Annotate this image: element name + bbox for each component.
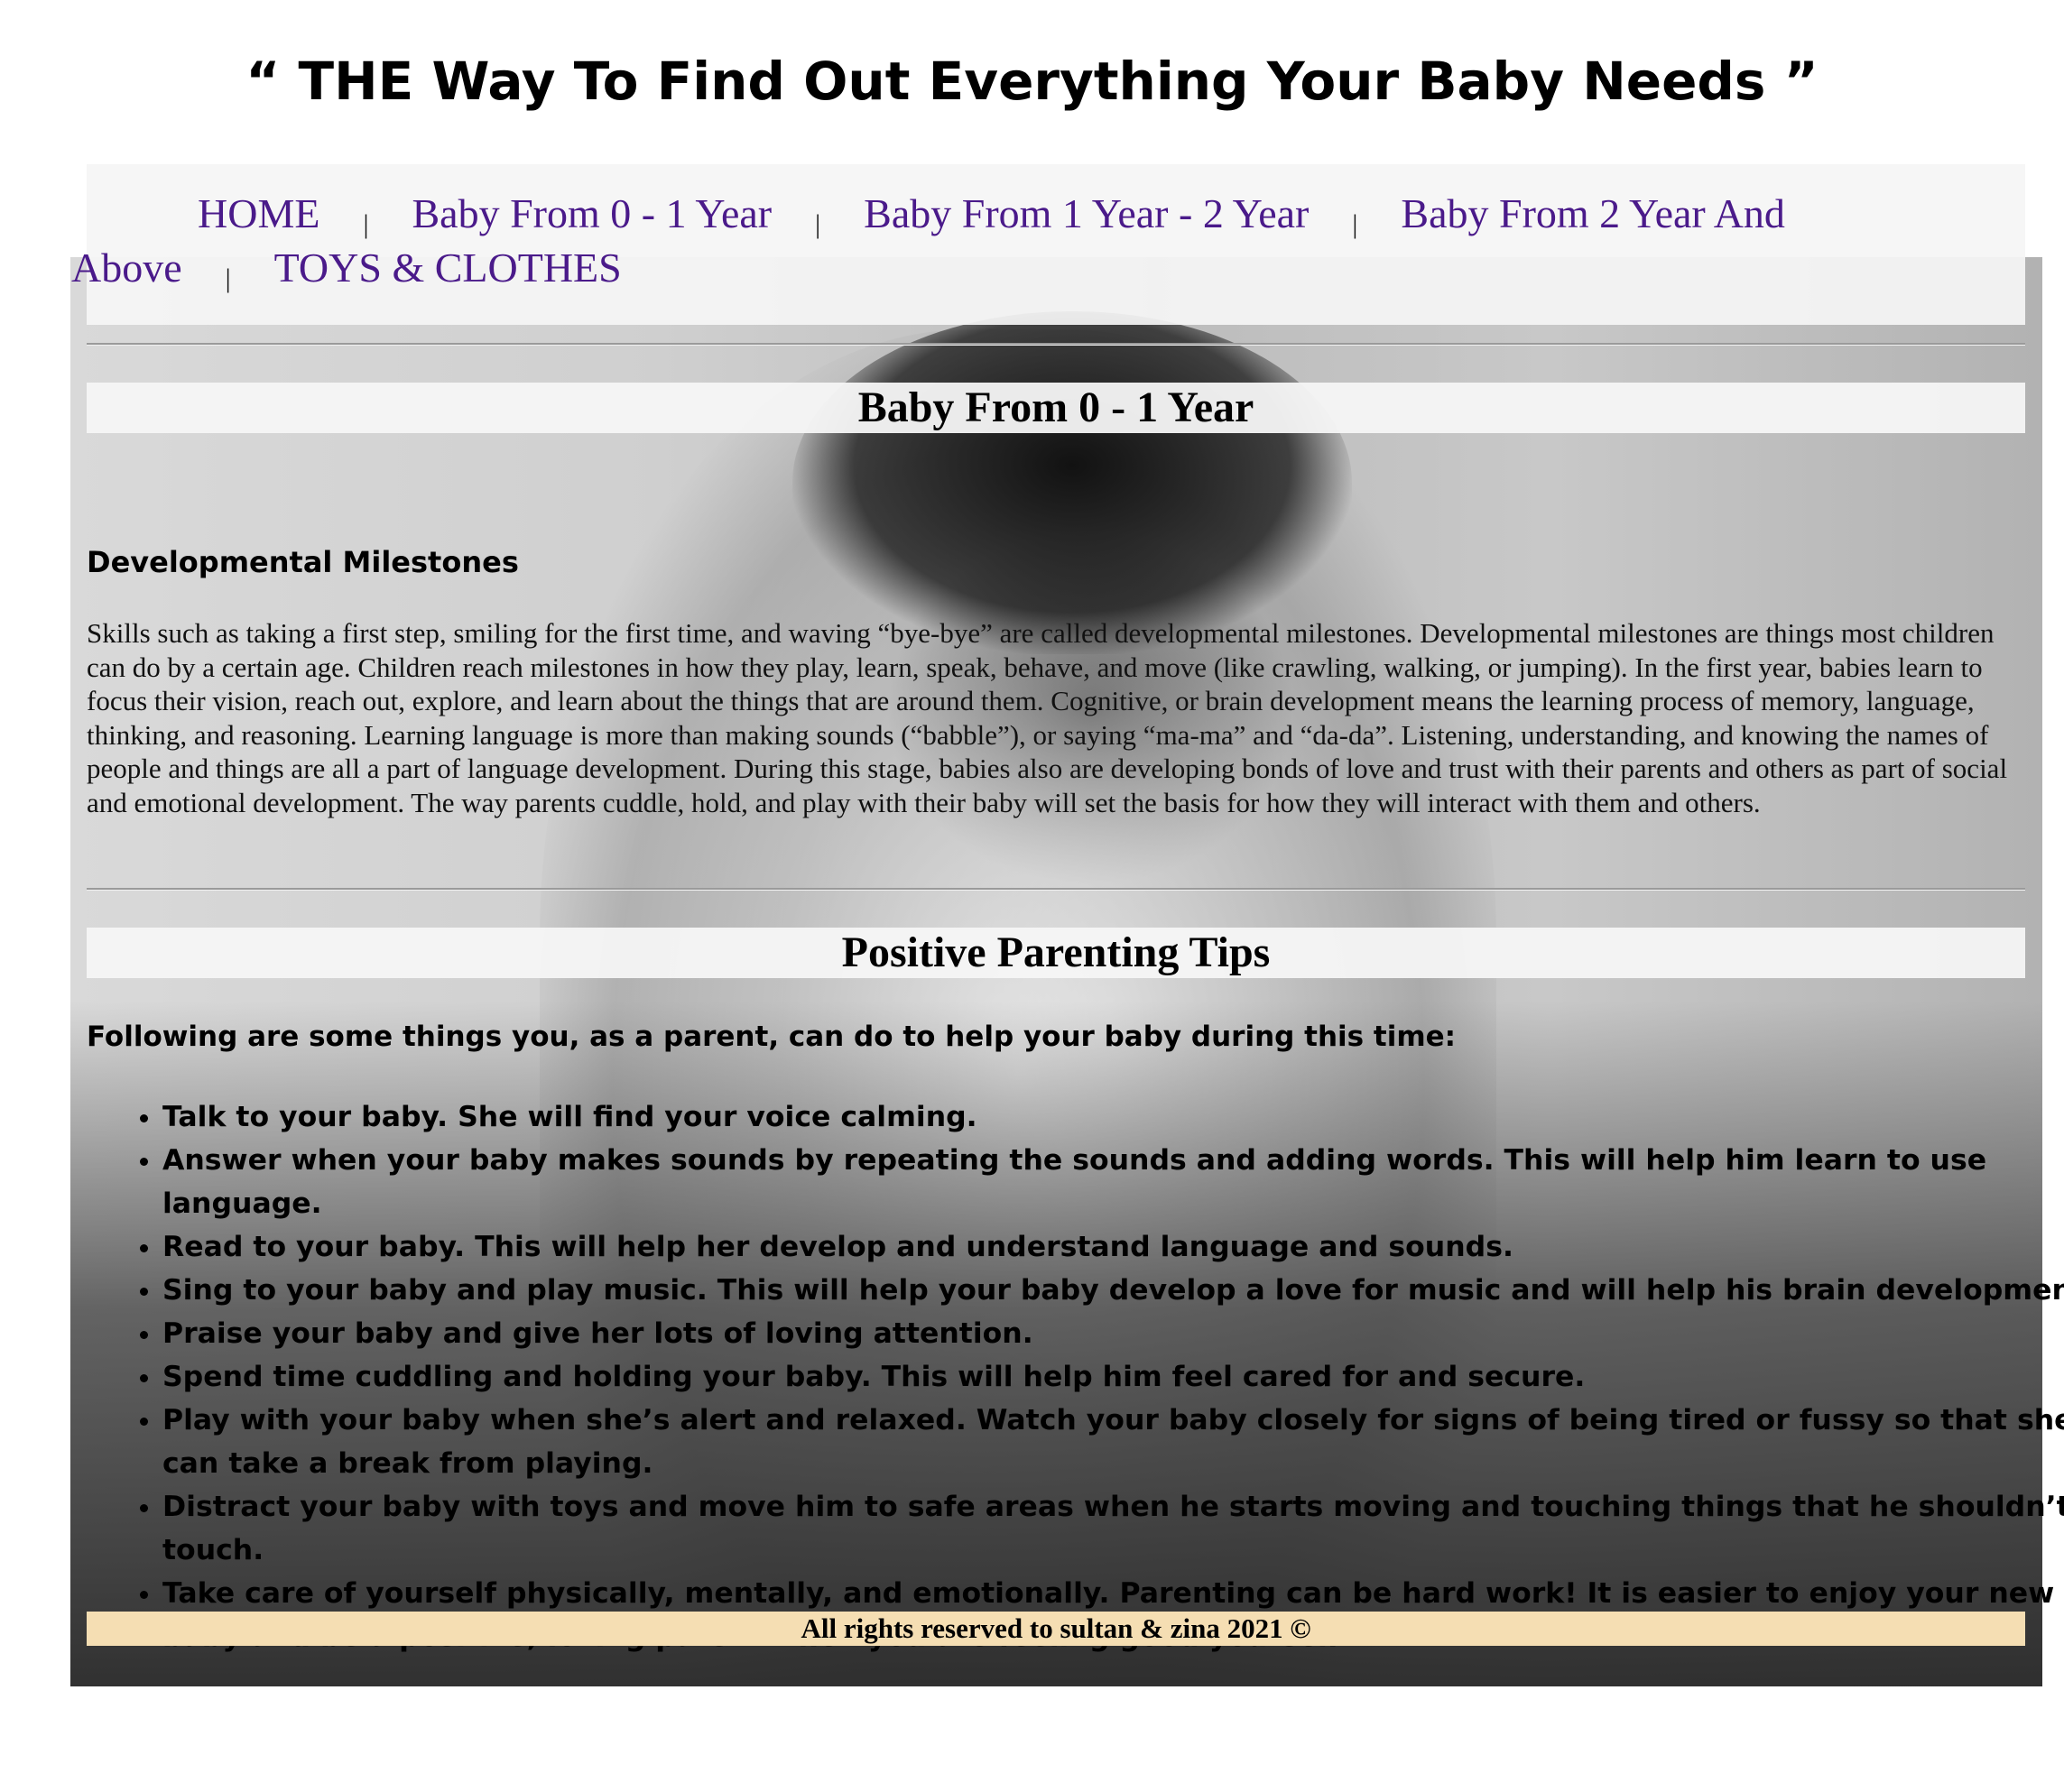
divider [87, 888, 2025, 891]
tips-list: Talk to your baby. She will find your vo… [87, 1095, 2064, 1658]
tip-item: Answer when your baby makes sounds by re… [162, 1139, 2064, 1225]
tip-item: Praise your baby and give her lots of lo… [162, 1312, 2064, 1355]
footer: All rights reserved to sultan & zina 202… [87, 1612, 2025, 1646]
nav-separator: | [225, 263, 231, 293]
tip-item: Spend time cuddling and holding your bab… [162, 1355, 2064, 1399]
tips-intro: Following are some things you, as a pare… [87, 1021, 1457, 1053]
section-heading-parenting-tips: Positive Parenting Tips [87, 928, 2025, 978]
milestones-paragraph: Skills such as taking a first step, smil… [87, 617, 2008, 818]
section-heading-baby-0-1-year: Baby From 0 - 1 Year [87, 383, 2025, 433]
milestones-heading: Developmental Milestones [87, 545, 519, 579]
tip-item: Read to your baby. This will help her de… [162, 1225, 2064, 1269]
nav-separator: | [815, 209, 821, 239]
tip-item: Distract your baby with toys and move hi… [162, 1485, 2064, 1572]
divider [87, 343, 2025, 346]
photo-hair-shape [792, 311, 1352, 654]
nav-separator: | [363, 209, 369, 239]
nav-link-toys-clothes[interactable]: TOYS & CLOTHES [274, 245, 622, 291]
tip-item: Talk to your baby. She will find your vo… [162, 1095, 2064, 1139]
nav-link-home[interactable]: HOME [198, 190, 319, 236]
nav-separator: | [1352, 209, 1358, 239]
nav-link-baby-0-1-year[interactable]: Baby From 0 - 1 Year [412, 190, 772, 236]
tip-item: Sing to your baby and play music. This w… [162, 1269, 2064, 1312]
nav-links: HOME | Baby From 0 - 1 Year | Baby From 1 Ye… [71, 189, 1894, 298]
tip-item: Play with your baby when she’s alert and… [162, 1399, 2064, 1485]
site-title: “ THE Way To Find Out Everything Your Ba… [245, 51, 1819, 112]
nav-link-baby-1-2-year[interactable]: Baby From 1 Year - 2 Year [864, 190, 1309, 236]
main-nav: HOME | Baby From 0 - 1 Year | Baby From 1 Ye… [71, 164, 2025, 325]
